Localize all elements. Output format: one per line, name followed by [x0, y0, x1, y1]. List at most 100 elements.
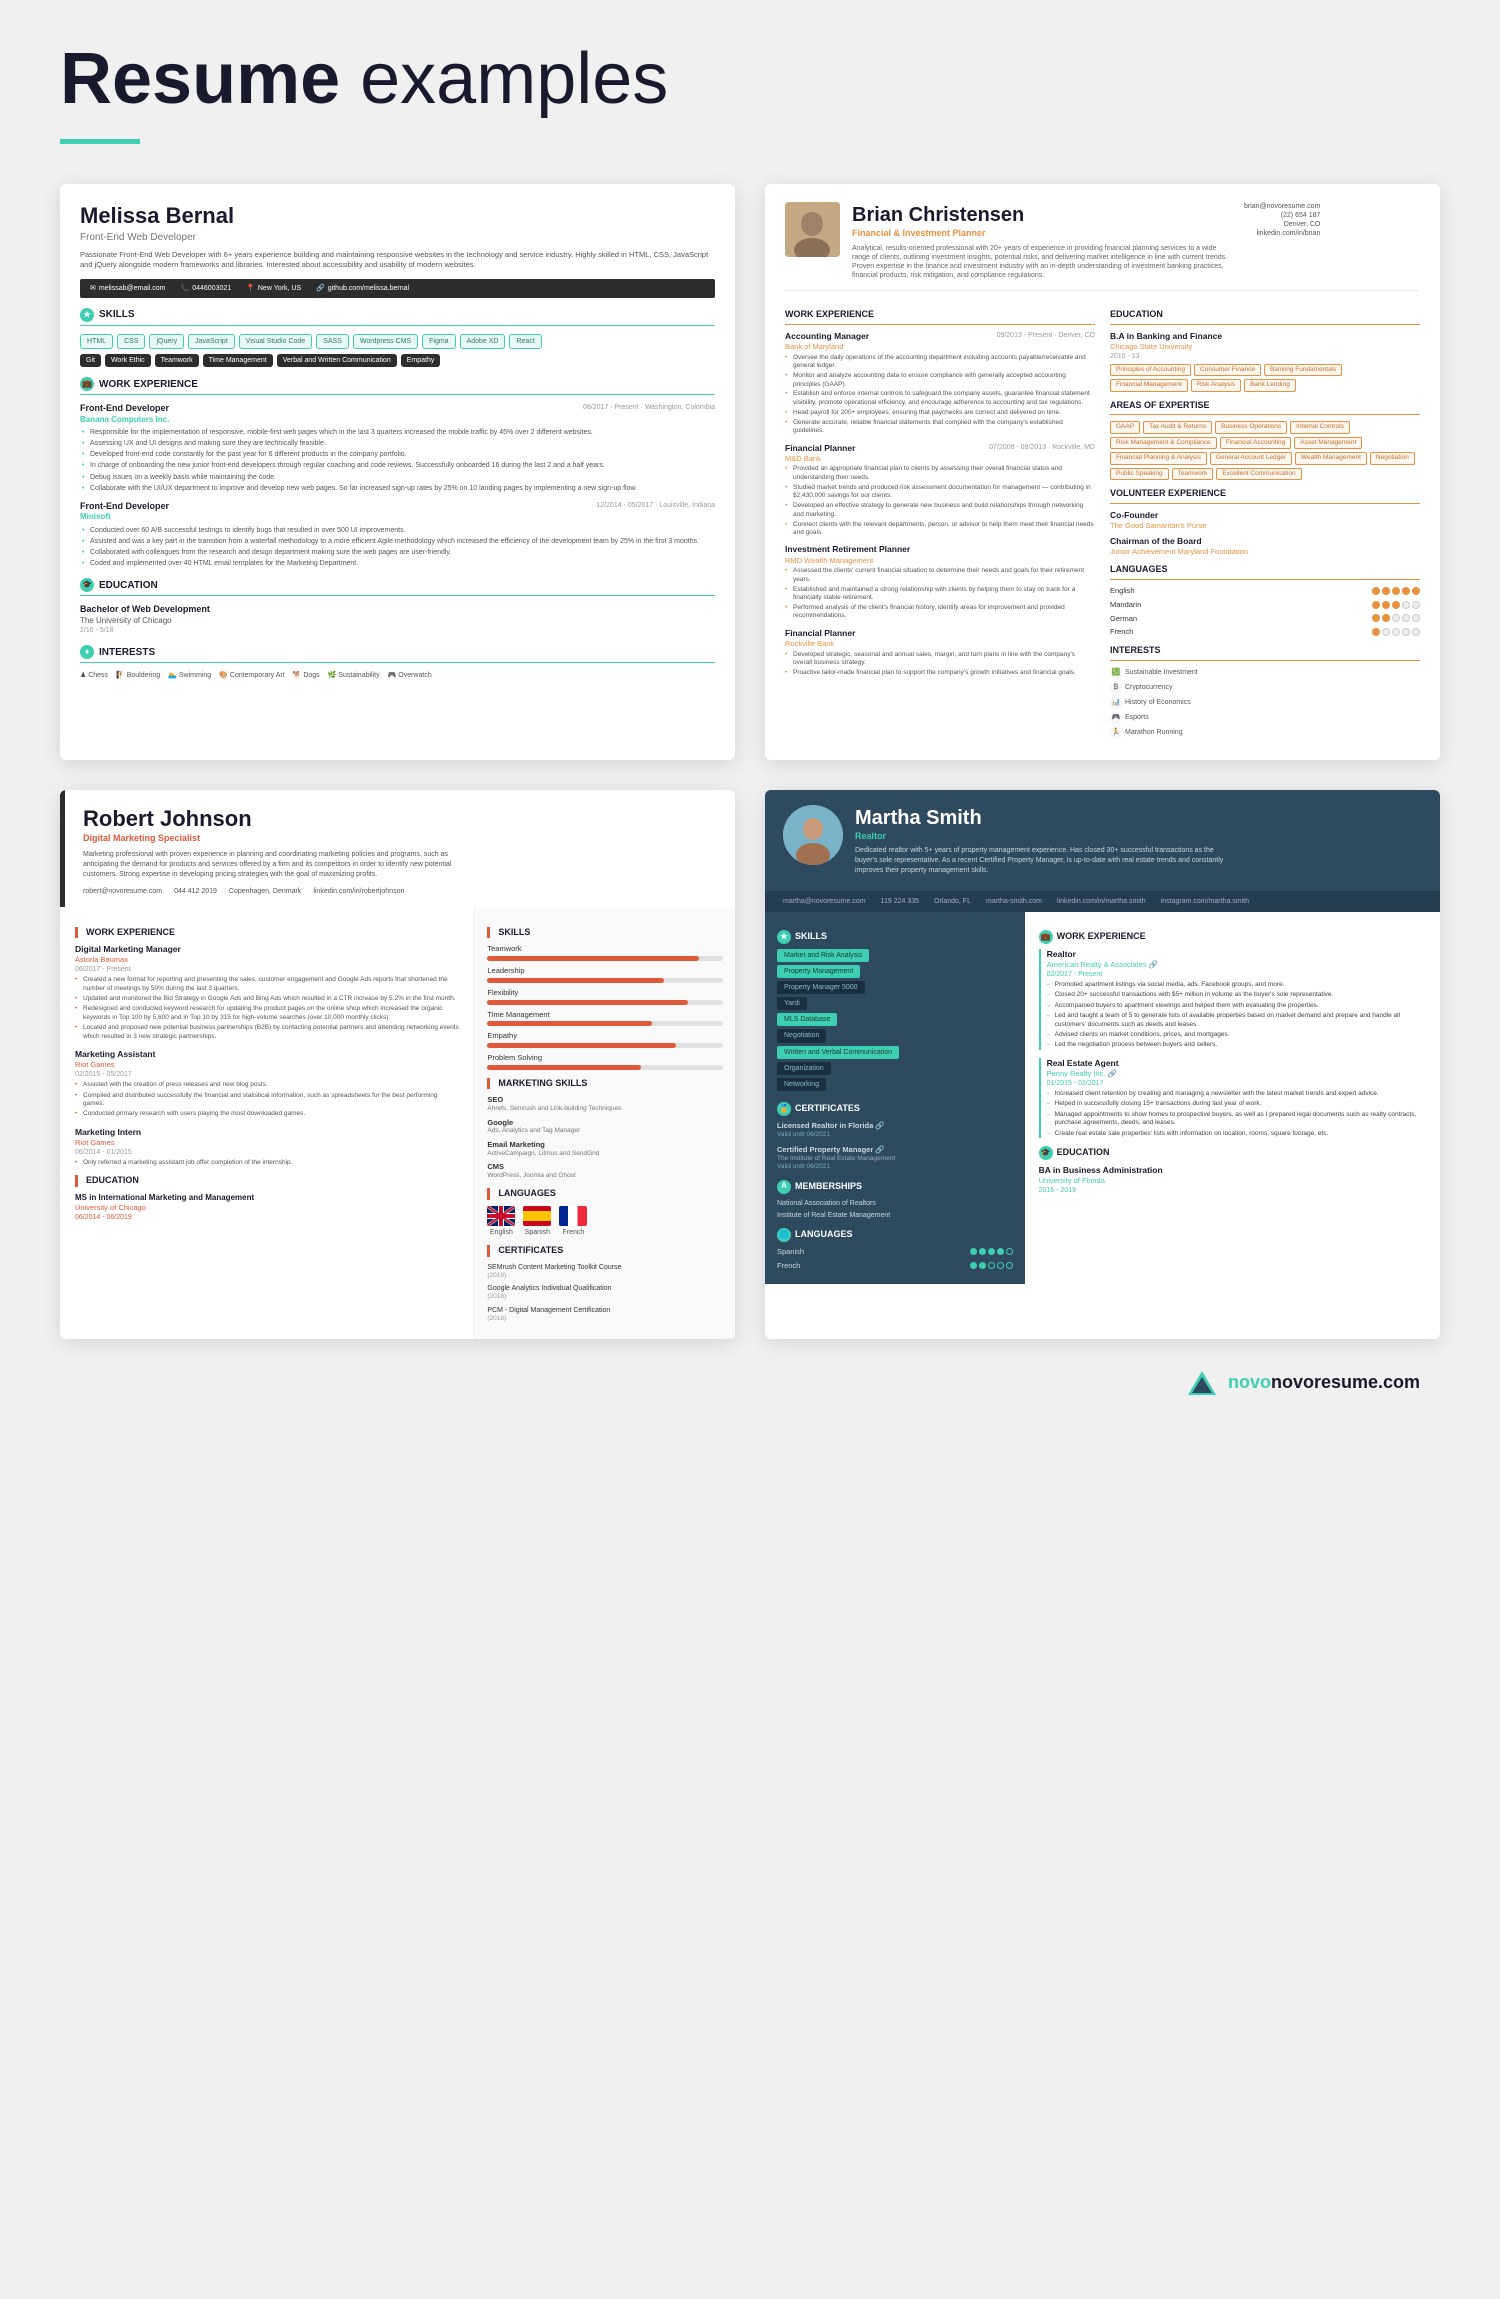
skill-figma: Figma — [422, 334, 455, 349]
robert-edu-degree: MS in International Marketing and Manage… — [75, 1193, 459, 1203]
skills-icon: ★ — [80, 308, 94, 322]
exp-7: Asset Management — [1294, 437, 1362, 449]
mkt-google-name: Google — [487, 1118, 723, 1128]
skill-leadership-fill — [487, 978, 664, 983]
melissa-edu-date: 2/16 - 5/18 — [80, 626, 715, 635]
melissa-email: ✉ melissab@email.com — [90, 284, 166, 293]
lang-german-name: German — [1110, 614, 1165, 624]
rj2-date: 02/2015 - 05/2017 — [75, 1070, 459, 1079]
brian-summary: Analytical, results-oriented professiona… — [852, 244, 1232, 280]
skill-jquery: jQuery — [149, 334, 184, 349]
brian-work-title: WORK EXPERIENCE — [785, 309, 1095, 325]
skill-time-bg — [487, 1021, 723, 1026]
cert3-name: PCM - Digital Management Certification — [487, 1306, 723, 1315]
robert-lang-flags: English Spanish French — [487, 1206, 723, 1237]
skill-adobexd: Adobe XD — [460, 334, 506, 349]
brian-job-2: 07/2008 - 08/2013 · Rockville, MD Financ… — [785, 443, 1095, 538]
robert-job-1: Digital Marketing Manager Astoria Baumax… — [75, 944, 459, 1041]
exp-3: Business Operations — [1215, 421, 1287, 433]
mkt-cms-detail: WordPress, Joomia and Ghost — [487, 1172, 723, 1180]
skill-workethic: Work Ethic — [105, 354, 151, 367]
martha-edu-section-title: 🎓 EDUCATION — [1039, 1146, 1426, 1160]
rj3-date: 06/2014 - 01/2015 — [75, 1148, 459, 1157]
martha-skills-section-title: ★ SKILLS — [777, 930, 1013, 944]
brian-name: Brian Christensen — [852, 202, 1232, 228]
skill-git: Git — [80, 354, 101, 367]
mkt-email-name: Email Marketing — [487, 1140, 723, 1150]
resume-card-brian: Brian Christensen Financial & Investment… — [765, 184, 1440, 760]
robert-cert-2: Google Analytics Individual Qualificatio… — [487, 1284, 723, 1302]
job1-bullet-2: Assessing UX and UI designs and making s… — [80, 439, 715, 448]
martha-cert-1: Licensed Realtor in Florida 🔗 Valid unti… — [777, 1121, 1013, 1139]
mj1b4: Led and taught a team of 5 to generate l… — [1047, 1012, 1426, 1029]
mkt-email: Email Marketing ActiveCampaign, Litmus a… — [487, 1140, 723, 1158]
martha-contact-bar: martha@novoresume.com 119 224 335 Orland… — [765, 891, 1440, 912]
martha-phone: 119 224 335 — [881, 897, 919, 906]
dot3 — [1392, 628, 1400, 636]
brian-right-col: EDUCATION B.A in Banking and Finance Chi… — [1110, 301, 1420, 742]
mj2b4: Create real estate sale properties' list… — [1047, 1130, 1426, 1138]
resumes-grid: Melissa Bernal Front-End Web Developer P… — [60, 184, 1440, 1339]
lang-mandarin-name: Mandarin — [1110, 600, 1165, 610]
brian-job2-company: M&D Bank — [785, 454, 1095, 464]
rj3b1: Only referred a marketing assistant job … — [75, 1159, 459, 1167]
mskill-9: Networking — [777, 1078, 826, 1091]
lang-english-name: English — [1110, 586, 1165, 596]
interest-esports: 🎮 Esports — [1110, 712, 1420, 724]
brian-avatar — [785, 202, 840, 257]
interest-icon-5: 🏃 — [1110, 727, 1122, 739]
interest-icon-1: 💹 — [1110, 667, 1122, 679]
mkt-cms-name: CMS — [487, 1162, 723, 1172]
mj1b3: Accompanied buyers to apartment viewings… — [1047, 1002, 1426, 1010]
skill-teamwork: Teamwork — [487, 944, 723, 961]
dot5 — [1412, 614, 1420, 622]
cert3-year: (2018) — [487, 1315, 723, 1323]
job-entry-1: 06/2017 - Present · Washington, Colombia… — [80, 403, 715, 493]
brian-j3b1: Assessed the clients' current financial … — [785, 567, 1095, 584]
mlang-french-dots — [970, 1262, 1013, 1269]
martha-job-1: Realtor American Realty & Associates 🔗 0… — [1039, 949, 1426, 1050]
edu-section-title: 🎓 EDUCATION — [80, 578, 715, 596]
skill-html: HTML — [80, 334, 113, 349]
melissa-phone: 📞 0446003021 — [181, 284, 232, 293]
martha-name-block: Martha Smith Realtor Dedicated realtor w… — [855, 805, 1235, 876]
interest-swimming: 🏊 Swimming — [168, 671, 211, 680]
martha-name: Martha Smith — [855, 805, 1235, 831]
lang-german: German — [1110, 614, 1420, 624]
rj1b4: Located and proposed new potential busin… — [75, 1024, 459, 1041]
skill-timemanagement: Time Management — [203, 354, 273, 367]
job2-company: Minisoft — [80, 512, 715, 522]
mj1b6: Led the negotiation process between buye… — [1047, 1041, 1426, 1049]
rj1-title: Digital Marketing Manager — [75, 944, 459, 955]
brian-name-block: Brian Christensen Financial & Investment… — [852, 202, 1232, 280]
dot2 — [1382, 614, 1390, 622]
mcert2-date: Valid until 06/2021 — [777, 1163, 1013, 1171]
job1-bullet-6: Collaborate with the UI/UX department to… — [80, 484, 715, 493]
resume-card-robert: Robert Johnson Digital Marketing Special… — [60, 790, 735, 1339]
exp-8: Financial Planning & Analysis — [1110, 452, 1207, 464]
brian-j3b2: Established and maintained a strong rela… — [785, 586, 1095, 603]
brian-job4-bullets: Developed strategic, seasonal and annual… — [785, 651, 1095, 678]
course-3: Banking Fundamentals — [1264, 364, 1343, 376]
exp-5: Risk Management & Compliance — [1110, 437, 1217, 449]
martha-edu: BA in Business Administration University… — [1039, 1165, 1426, 1195]
mcert1-name: Licensed Realtor in Florida 🔗 — [777, 1121, 1013, 1131]
edu-circle-icon: 🎓 — [1039, 1146, 1053, 1160]
rj1b1: Created a new format for reporting and p… — [75, 976, 459, 993]
lang-french-dots — [1372, 628, 1420, 636]
martha-skill-9: Networking — [777, 1078, 1013, 1094]
skill-sass: SASS — [316, 334, 349, 349]
course-2: Consumer Finance — [1194, 364, 1261, 376]
job1-company: Banana Computers Inc. — [80, 415, 715, 425]
martha-skill-2: Property Management — [777, 965, 1013, 981]
exp-12: Public Speaking — [1110, 468, 1169, 480]
flag-french-label: French — [562, 1228, 584, 1237]
melissa-summary: Passionate Front-End Web Developer with … — [80, 250, 715, 271]
brian-job3-bullets: Assessed the clients' current financial … — [785, 567, 1095, 621]
interest-history: 📊 History of Economics — [1110, 697, 1420, 709]
mcert2-name: Certified Property Manager 🔗 — [777, 1145, 1013, 1155]
skill-react: React — [509, 334, 541, 349]
martha-lang-french: French — [777, 1261, 1013, 1271]
job1-bullet-5: Debug issues on a weekly basis while mai… — [80, 473, 715, 482]
brian-j1b5: Generate accurate, reliable financial st… — [785, 419, 1095, 436]
